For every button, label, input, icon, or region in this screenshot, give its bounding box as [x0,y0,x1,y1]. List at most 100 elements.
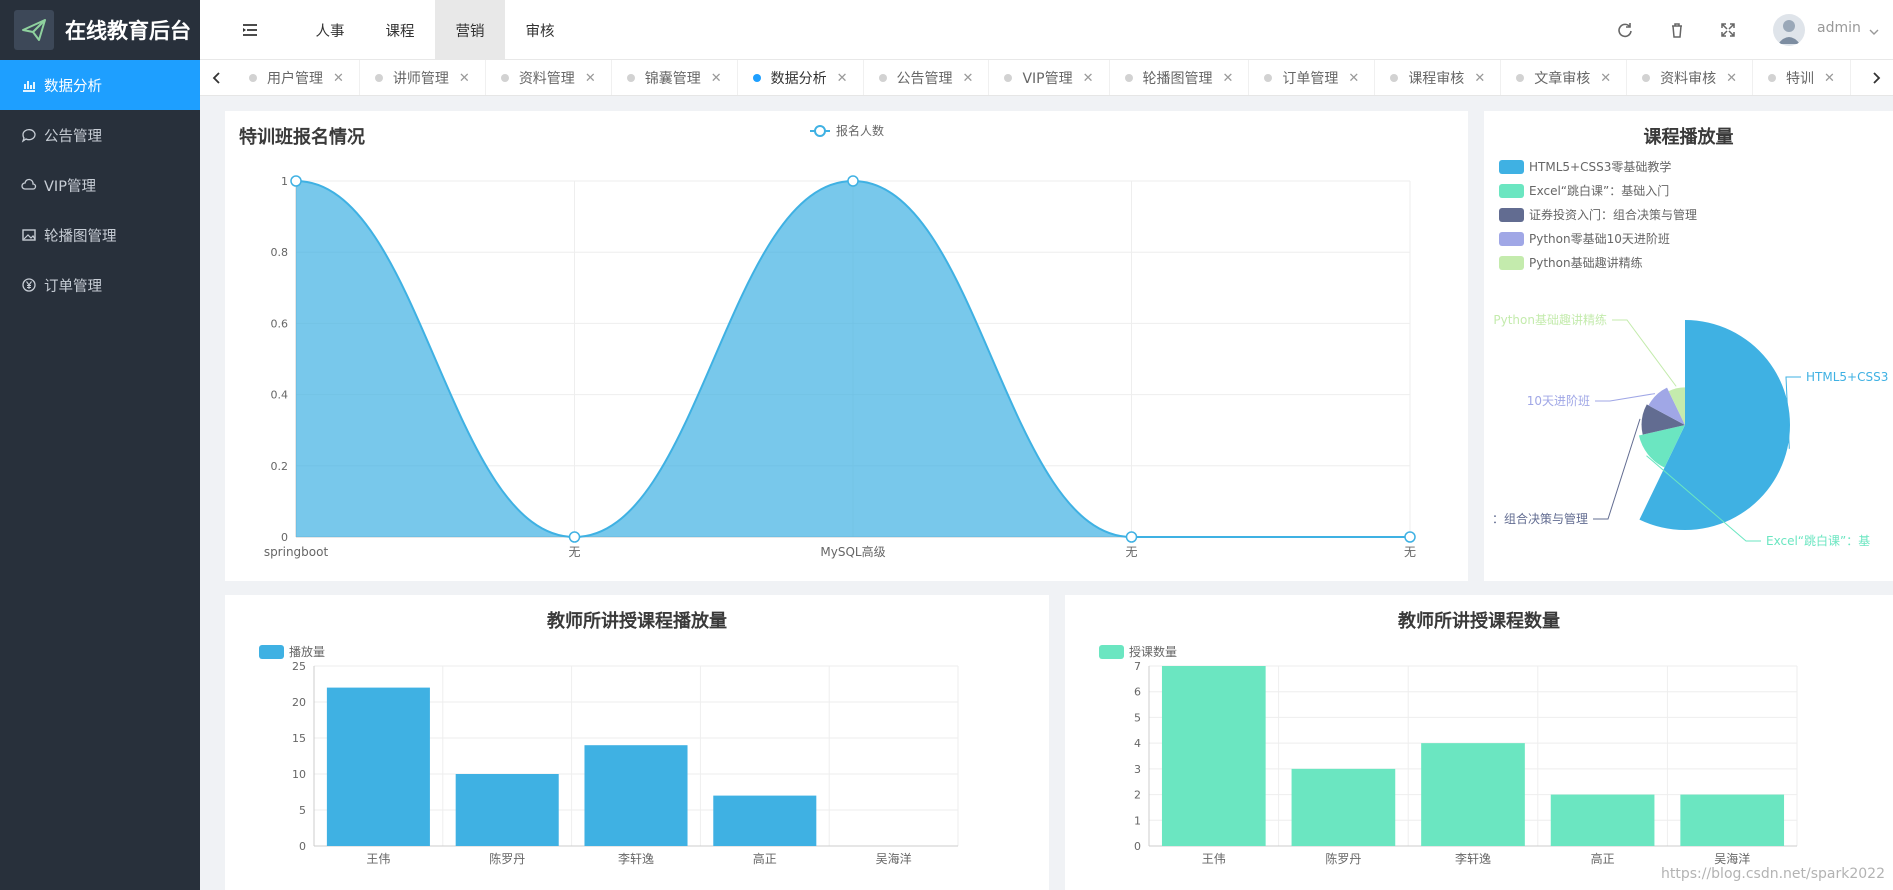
fullscreen-icon[interactable] [1718,20,1738,40]
bar[interactable] [1421,743,1525,846]
close-icon[interactable]: ✕ [1348,71,1359,86]
chart-legend[interactable]: 播放量 [259,644,325,659]
legend-item[interactable]: Python基础趣讲精练 [1499,255,1643,270]
tab-dot-icon [1124,74,1133,82]
legend-item[interactable]: 证券投资入门：组合决策与管理 [1499,207,1697,222]
bar[interactable] [1680,794,1785,846]
y-tick-label: 4 [1134,737,1141,750]
tabs-scroll-left-icon[interactable] [200,60,234,95]
y-tick-label: 1 [1134,814,1141,827]
bar[interactable] [326,687,430,846]
menu-fold-icon[interactable] [240,20,260,40]
tab[interactable]: 讲师管理 ✕ [360,60,486,95]
refresh-icon[interactable] [1615,20,1635,40]
sidebar-item[interactable]: 轮播图管理 [0,210,200,260]
tab-dot-icon [1642,74,1651,82]
y-tick-label: 5 [299,804,306,817]
close-icon[interactable]: ✕ [459,71,470,86]
legend-item[interactable]: HTML5+CSS3零基础教学 [1499,159,1671,174]
trash-icon[interactable] [1667,20,1687,40]
tab-dot-icon [500,74,509,82]
y-tick-label: 25 [292,660,306,673]
sidebar-item[interactable]: VIP管理 [0,160,200,210]
tab[interactable]: 公告管理 ✕ [864,60,990,95]
tab-label: 课程审核 [1408,71,1465,87]
tab-dot-icon [1516,74,1525,82]
y-tick-label: 0.8 [271,246,289,259]
picture-icon [20,226,38,244]
bar[interactable] [1550,794,1655,846]
area-fill [296,181,1410,537]
y-tick-label: 0 [299,840,306,853]
close-icon[interactable]: ✕ [333,71,344,86]
play-count-pie-card: 课程播放量 HTML5+CSS3零基础教学 Excel“跳白课”：基础入门 证券投资… [1484,111,1893,581]
app-logo[interactable]: 在线教育后台 [0,0,200,60]
topnav-item[interactable]: 人事 [295,0,365,60]
tab-label: 公告管理 [896,71,953,87]
tab[interactable]: VIP管理 ✕ [989,60,1110,95]
legend-item[interactable]: Python零基础10天进阶班 [1499,232,1670,246]
data-point[interactable] [847,175,859,187]
tabs-list: 用户管理 ✕ 讲师管理 ✕ 资料管理 ✕ 锦囊管理 ✕ 数据分析 ✕ 公告管理 ✕ VIP管理 ✕ 轮播图管… [234,60,1851,95]
close-icon[interactable]: ✕ [1223,71,1234,86]
sidebar-item[interactable]: 公告管理 [0,110,200,160]
close-icon[interactable]: ✕ [963,71,974,86]
legend-label: HTML5+CSS3零基础教学 [1529,159,1671,174]
chart-legend[interactable]: 授课数量 [1099,644,1177,659]
data-point[interactable] [290,175,302,187]
data-point[interactable] [568,531,581,543]
bar[interactable] [455,774,559,846]
close-icon[interactable]: ✕ [837,71,848,86]
legend-label: 报名人数 [836,123,884,138]
tab[interactable]: 锦囊管理 ✕ [612,60,738,95]
app-title: 在线教育后台 [65,19,191,43]
close-icon[interactable]: ✕ [711,71,722,86]
legend-swatch [1499,184,1524,198]
tab[interactable]: 数据分析 ✕ [738,60,864,95]
bar[interactable] [713,795,817,846]
legend-label: 播放量 [289,644,325,659]
slice-label: Excel“跳白课”：基 [1766,533,1870,548]
tab[interactable]: 文章审核 ✕ [1501,60,1628,95]
close-icon[interactable]: ✕ [1474,71,1485,86]
tab[interactable]: 订单管理 ✕ [1249,60,1376,95]
sidebar-item-label: 公告管理 [44,128,102,145]
sidebar-item[interactable]: 订单管理 [0,260,200,310]
close-icon[interactable]: ✕ [1600,71,1611,86]
topnav-item[interactable]: 课程 [365,0,435,60]
legend-item[interactable]: Excel“跳白课”：基础入门 [1499,183,1669,198]
close-icon[interactable]: ✕ [1083,71,1094,86]
signup-chart-card: 特训班报名情况 报名人数 0 0.2 0.4 0.6 0.8 1 springboot 无 MyS… [225,111,1468,581]
tab[interactable]: 特训 ✕ [1753,60,1851,95]
avatar[interactable] [1773,14,1805,46]
x-tick-label: springboot [264,545,329,559]
bar[interactable] [1161,666,1266,846]
close-icon[interactable]: ✕ [1824,71,1835,86]
x-tick-label: 高正 [753,851,777,866]
x-tick-label: 吴海洋 [876,851,912,866]
bar[interactable] [1291,768,1396,846]
data-point[interactable] [1404,531,1416,543]
legend-swatch [1099,645,1124,659]
tab-dot-icon [1264,74,1273,82]
data-point[interactable] [1125,531,1138,543]
topnav-item[interactable]: 营销 [435,0,505,60]
y-tick-label: 0 [1134,840,1141,853]
tab[interactable]: 资料管理 ✕ [486,60,612,95]
tab-label: 文章审核 [1534,71,1591,87]
y-tick-label: 0.6 [271,317,289,330]
bar[interactable] [584,745,688,846]
topnav-item[interactable]: 审核 [505,0,575,60]
close-icon[interactable]: ✕ [1726,71,1737,86]
chevron-down-icon[interactable] [1869,22,1879,41]
close-icon[interactable]: ✕ [585,71,596,86]
username[interactable]: admin [1817,20,1861,36]
tabs-scroll-right-icon[interactable] [1859,60,1893,95]
tab-label: 轮播图管理 [1142,71,1213,87]
sidebar-item[interactable]: 数据分析 [0,60,200,110]
x-tick-label: 陈罗丹 [1325,851,1361,866]
tab[interactable]: 资料审核 ✕ [1627,60,1754,95]
tab[interactable]: 课程审核 ✕ [1375,60,1502,95]
tab[interactable]: 轮播图管理 ✕ [1110,60,1250,95]
tab[interactable]: 用户管理 ✕ [234,60,360,95]
